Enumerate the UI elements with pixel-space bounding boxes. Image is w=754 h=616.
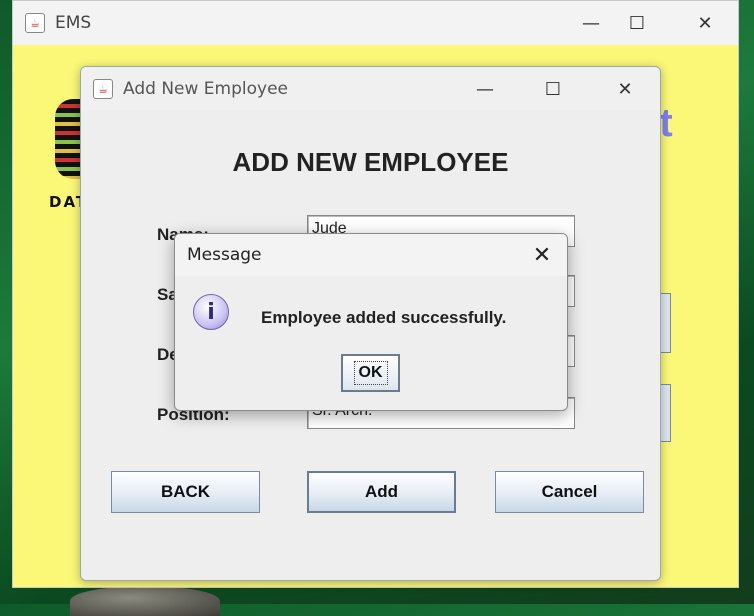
minimize-icon[interactable]: — [568, 1, 614, 45]
add-dialog-titlebar: ☕ Add New Employee — ☐ ✕ [81, 67, 660, 111]
maximize-icon[interactable]: ☐ [614, 1, 660, 45]
close-icon[interactable]: ✕ [682, 1, 728, 45]
ems-titlebar: ☕ EMS — ☐ ✕ [13, 1, 738, 45]
ok-button-label: OK [353, 361, 388, 385]
ok-button[interactable]: OK [341, 354, 400, 392]
java-icon: ☕ [25, 13, 45, 33]
minimize-icon[interactable]: — [462, 67, 508, 111]
desktop-wallpaper-rock [70, 586, 220, 616]
message-text: Employee added successfully. [261, 308, 507, 327]
form-heading: ADD NEW EMPLOYEE [232, 147, 509, 177]
window-title: EMS [55, 13, 92, 33]
java-icon: ☕ [93, 79, 113, 99]
close-icon[interactable]: ✕ [517, 234, 567, 276]
message-title: Message [187, 245, 262, 265]
back-button[interactable]: BACK [111, 471, 260, 513]
add-dialog-title: Add New Employee [123, 79, 288, 99]
cancel-button[interactable]: Cancel [495, 471, 644, 513]
close-icon[interactable]: ✕ [602, 67, 648, 111]
maximize-icon[interactable]: ☐ [530, 67, 576, 111]
message-titlebar: Message ✕ [175, 234, 567, 276]
add-button[interactable]: Add [307, 471, 456, 513]
info-icon: i [193, 294, 229, 330]
message-dialog: Message ✕ i Employee added successfully.… [174, 233, 568, 411]
